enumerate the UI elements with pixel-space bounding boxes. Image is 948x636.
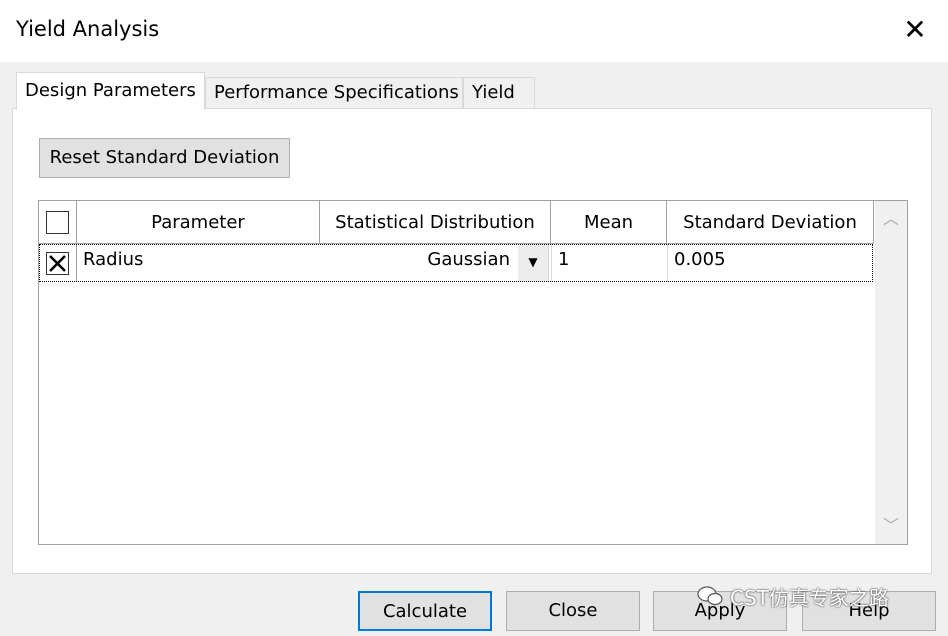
watermark: CST仿真专家之路 <box>696 582 889 611</box>
tab-label: Yield <box>472 82 515 103</box>
tab-design-parameters[interactable]: Design Parameters <box>16 72 205 110</box>
distribution-dropdown-arrow-icon[interactable]: ▼ <box>518 244 549 282</box>
reset-standard-deviation-button[interactable]: Reset Standard Deviation <box>39 138 290 178</box>
tab-strip: Design Parameters Performance Specificat… <box>0 72 948 110</box>
cell-mean[interactable]: 1 <box>551 244 667 282</box>
header-select-all-cell <box>39 201 77 244</box>
cell-standard-deviation[interactable]: 0.005 <box>667 244 873 282</box>
wechat-icon <box>697 586 723 606</box>
column-header-statistical-distribution[interactable]: Statistical Distribution <box>320 201 551 244</box>
scroll-up-arrow-icon[interactable]: ︿ <box>875 203 907 235</box>
close-button[interactable]: Close <box>506 591 640 631</box>
column-header-mean[interactable]: Mean <box>551 201 667 244</box>
close-icon[interactable]: ✕ <box>898 12 932 48</box>
column-header-parameter[interactable]: Parameter <box>77 201 320 244</box>
tab-label: Design Parameters <box>25 80 196 101</box>
title-bar: Yield Analysis ✕ <box>0 0 948 62</box>
tab-label: Performance Specifications <box>214 82 459 103</box>
scroll-down-arrow-icon[interactable]: ﹀ <box>875 510 907 542</box>
cell-parameter[interactable]: Radius <box>77 244 320 282</box>
calculate-button[interactable]: Calculate <box>358 591 492 631</box>
tab-performance-specifications[interactable]: Performance Specifications <box>205 77 463 108</box>
cell-distribution[interactable]: Gaussian <box>320 244 518 282</box>
table-row-checkbox-cell <box>39 244 77 282</box>
select-all-checkbox[interactable] <box>46 211 69 234</box>
watermark-text: CST仿真专家之路 <box>730 586 889 610</box>
vertical-scrollbar[interactable]: ︿ ﹀ <box>875 201 907 544</box>
tab-yield[interactable]: Yield <box>463 77 535 108</box>
column-header-standard-deviation[interactable]: Standard Deviation <box>667 201 874 244</box>
window-title: Yield Analysis <box>16 17 160 41</box>
row-checkbox[interactable] <box>46 252 69 275</box>
parameter-table: Parameter Statistical Distribution Mean … <box>38 200 908 545</box>
checkmark-x-icon <box>49 255 66 272</box>
